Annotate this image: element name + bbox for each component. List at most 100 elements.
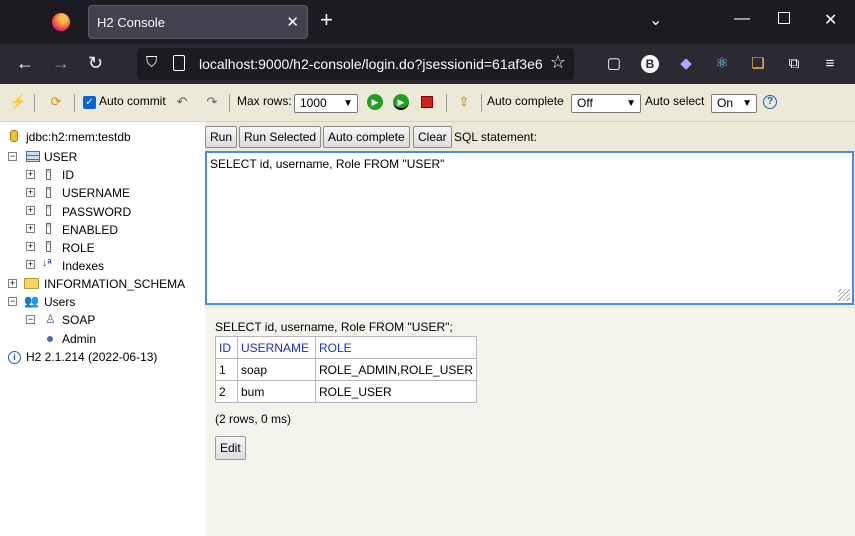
- run-selected-button[interactable]: Run Selected: [239, 126, 322, 148]
- new-tab-button[interactable]: +: [320, 9, 333, 31]
- column-icon: [46, 223, 51, 234]
- disconnect-icon[interactable]: ⚡: [10, 94, 26, 110]
- tab-h2-console[interactable]: H2 Console ✕: [88, 5, 308, 39]
- table-cell: soap: [237, 358, 316, 381]
- extension-b-icon[interactable]: B: [641, 55, 659, 73]
- toolbar-separator: [74, 94, 75, 112]
- tree-column[interactable]: ENABLED: [62, 223, 118, 237]
- list-all-tabs-icon[interactable]: ⌄: [649, 10, 662, 30]
- result-table: ID USERNAME ROLE 1 soap ROLE_ADMIN,ROLE_…: [215, 336, 478, 403]
- toolbar-separator: [34, 94, 35, 112]
- tree-indexes[interactable]: Indexes: [62, 259, 104, 273]
- sql-statement-label: SQL statement:: [454, 130, 537, 144]
- tree-information-schema[interactable]: INFORMATION_SCHEMA: [44, 277, 185, 291]
- chevron-down-icon: ▼: [626, 98, 636, 109]
- collapse-icon[interactable]: −: [8, 152, 17, 161]
- tree-column[interactable]: PASSWORD: [62, 205, 131, 219]
- table-row: 1 soap ROLE_ADMIN,ROLE_USER: [215, 358, 478, 381]
- expand-icon[interactable]: +: [26, 188, 35, 197]
- tree-users[interactable]: Users: [44, 295, 75, 309]
- history-icon[interactable]: ⇪: [456, 94, 472, 110]
- pocket-icon[interactable]: ▢: [604, 54, 624, 74]
- expand-icon[interactable]: +: [26, 260, 35, 269]
- column-header[interactable]: ROLE: [314, 336, 478, 359]
- tree-column[interactable]: USERNAME: [62, 186, 130, 200]
- max-rows-select[interactable]: 1000 ▼: [294, 94, 358, 113]
- table-row: 2 bum ROLE_USER: [215, 380, 478, 403]
- tab-title: H2 Console: [97, 15, 165, 30]
- auto-complete-select[interactable]: Off ▼: [571, 94, 641, 113]
- reload-icon[interactable]: ↻: [88, 53, 103, 73]
- expand-icon[interactable]: +: [8, 279, 17, 288]
- column-header[interactable]: ID: [215, 336, 238, 359]
- tree-column[interactable]: ID: [62, 168, 74, 182]
- rollback-icon[interactable]: ↶: [174, 94, 190, 110]
- sql-text[interactable]: SELECT id, username, Role FROM "USER": [210, 157, 444, 171]
- column-icon: [46, 187, 51, 198]
- expand-icon[interactable]: +: [26, 224, 35, 233]
- auto-complete-button[interactable]: Auto complete: [323, 126, 410, 148]
- expand-icon[interactable]: +: [26, 170, 35, 179]
- stop-icon[interactable]: [421, 96, 433, 108]
- github-extension-icon[interactable]: ◆: [676, 54, 696, 74]
- h2-version: H2 2.1.214 (2022-06-13): [26, 350, 158, 364]
- commit-icon[interactable]: ↷: [204, 94, 220, 110]
- expand-icon[interactable]: +: [26, 206, 35, 215]
- collapse-icon[interactable]: −: [8, 297, 17, 306]
- edit-button[interactable]: Edit: [215, 436, 246, 460]
- collapse-icon[interactable]: −: [26, 315, 35, 324]
- extension-orange-icon[interactable]: ❏: [748, 54, 768, 74]
- maximize-window-button[interactable]: [778, 12, 790, 24]
- auto-select-select[interactable]: On ▼: [711, 94, 757, 113]
- address-bar[interactable]: ⛉ localhost:9000/h2-console/login.do?jse…: [137, 48, 574, 80]
- auto-commit-checkbox[interactable]: ✓: [83, 96, 96, 109]
- minimize-window-button[interactable]: —: [734, 10, 750, 28]
- shield-icon[interactable]: ⛉: [146, 54, 157, 71]
- table-cell: 1: [215, 358, 238, 381]
- max-rows-label: Max rows:: [237, 94, 292, 108]
- forward-arrow-icon[interactable]: →: [52, 53, 70, 73]
- result-statement: SELECT id, username, Role FROM "USER";: [215, 320, 453, 334]
- close-window-button[interactable]: ✕: [824, 10, 837, 30]
- h2-toolbar: ⚡ ⟳ ✓ Auto commit ↶ ↷ Max rows: 1000 ▼ ▶…: [0, 84, 855, 122]
- extensions-puzzle-icon[interactable]: ⧉: [784, 54, 804, 74]
- auto-complete-value: Off: [577, 96, 593, 110]
- auto-complete-label: Auto complete: [487, 94, 564, 108]
- run-button[interactable]: Run: [205, 126, 238, 148]
- help-icon[interactable]: ?: [763, 95, 777, 109]
- clear-button[interactable]: Clear: [413, 126, 452, 148]
- user-icon: ♙: [45, 312, 56, 326]
- run-icon[interactable]: ▶: [367, 94, 383, 110]
- tree-user-role[interactable]: Admin: [62, 332, 96, 346]
- back-arrow-icon[interactable]: ←: [16, 53, 34, 73]
- column-icon: [46, 169, 51, 180]
- sql-editor[interactable]: SELECT id, username, Role FROM "USER": [205, 151, 854, 305]
- table-cell: bum: [237, 380, 316, 403]
- bookmark-star-icon[interactable]: ☆: [550, 52, 566, 73]
- close-tab-icon[interactable]: ✕: [286, 13, 299, 31]
- column-header[interactable]: USERNAME: [237, 336, 316, 359]
- tree-column[interactable]: ROLE: [62, 241, 95, 255]
- tree-table-user[interactable]: USER: [44, 150, 77, 164]
- tree-user-soap[interactable]: SOAP: [62, 313, 95, 327]
- refresh-icon[interactable]: ⟳: [48, 94, 64, 110]
- run-selected-icon[interactable]: ▶: [393, 94, 409, 110]
- expand-icon[interactable]: +: [26, 242, 35, 251]
- react-devtools-icon[interactable]: ⚛: [712, 54, 732, 74]
- table-cell: 2: [215, 380, 238, 403]
- bullet-icon: [47, 336, 53, 342]
- url-text[interactable]: localhost:9000/h2-console/login.do?jsess…: [199, 56, 544, 72]
- query-panel: Run Run Selected Auto complete Clear SQL…: [205, 122, 855, 536]
- page-icon[interactable]: [173, 55, 185, 71]
- chevron-down-icon: ▼: [742, 98, 752, 109]
- auto-select-value: On: [717, 96, 734, 110]
- folder-icon: [24, 278, 39, 289]
- auto-select-label: Auto select: [645, 94, 705, 108]
- tree-db-url[interactable]: jdbc:h2:mem:testdb: [26, 130, 131, 144]
- result-area: SELECT id, username, Role FROM "USER"; I…: [205, 308, 855, 536]
- resize-handle-icon[interactable]: [838, 289, 850, 301]
- index-icon: ↓ᵃ: [42, 257, 52, 269]
- firefox-icon[interactable]: [52, 13, 70, 31]
- hamburger-menu-icon[interactable]: ≡: [820, 54, 840, 74]
- toolbar-separator: [481, 94, 482, 112]
